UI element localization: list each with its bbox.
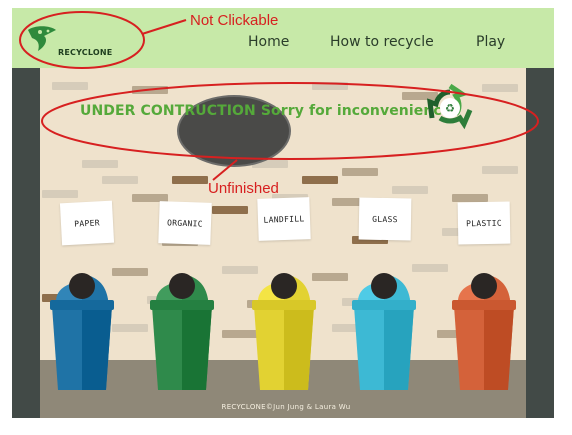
- not-clickable-label: Not Clickable: [190, 12, 279, 29]
- annotation-overlay: [19, 11, 539, 181]
- not-clickable-pointer: [141, 19, 187, 35]
- app-screen: RECYCLONE Home How to recycle Play UNDER…: [0, 0, 572, 435]
- unfinished-label: Unfinished: [208, 180, 279, 197]
- unfinished-ellipse: [41, 82, 539, 160]
- not-clickable-ellipse: [19, 11, 145, 69]
- unfinished-pointer: [212, 159, 238, 181]
